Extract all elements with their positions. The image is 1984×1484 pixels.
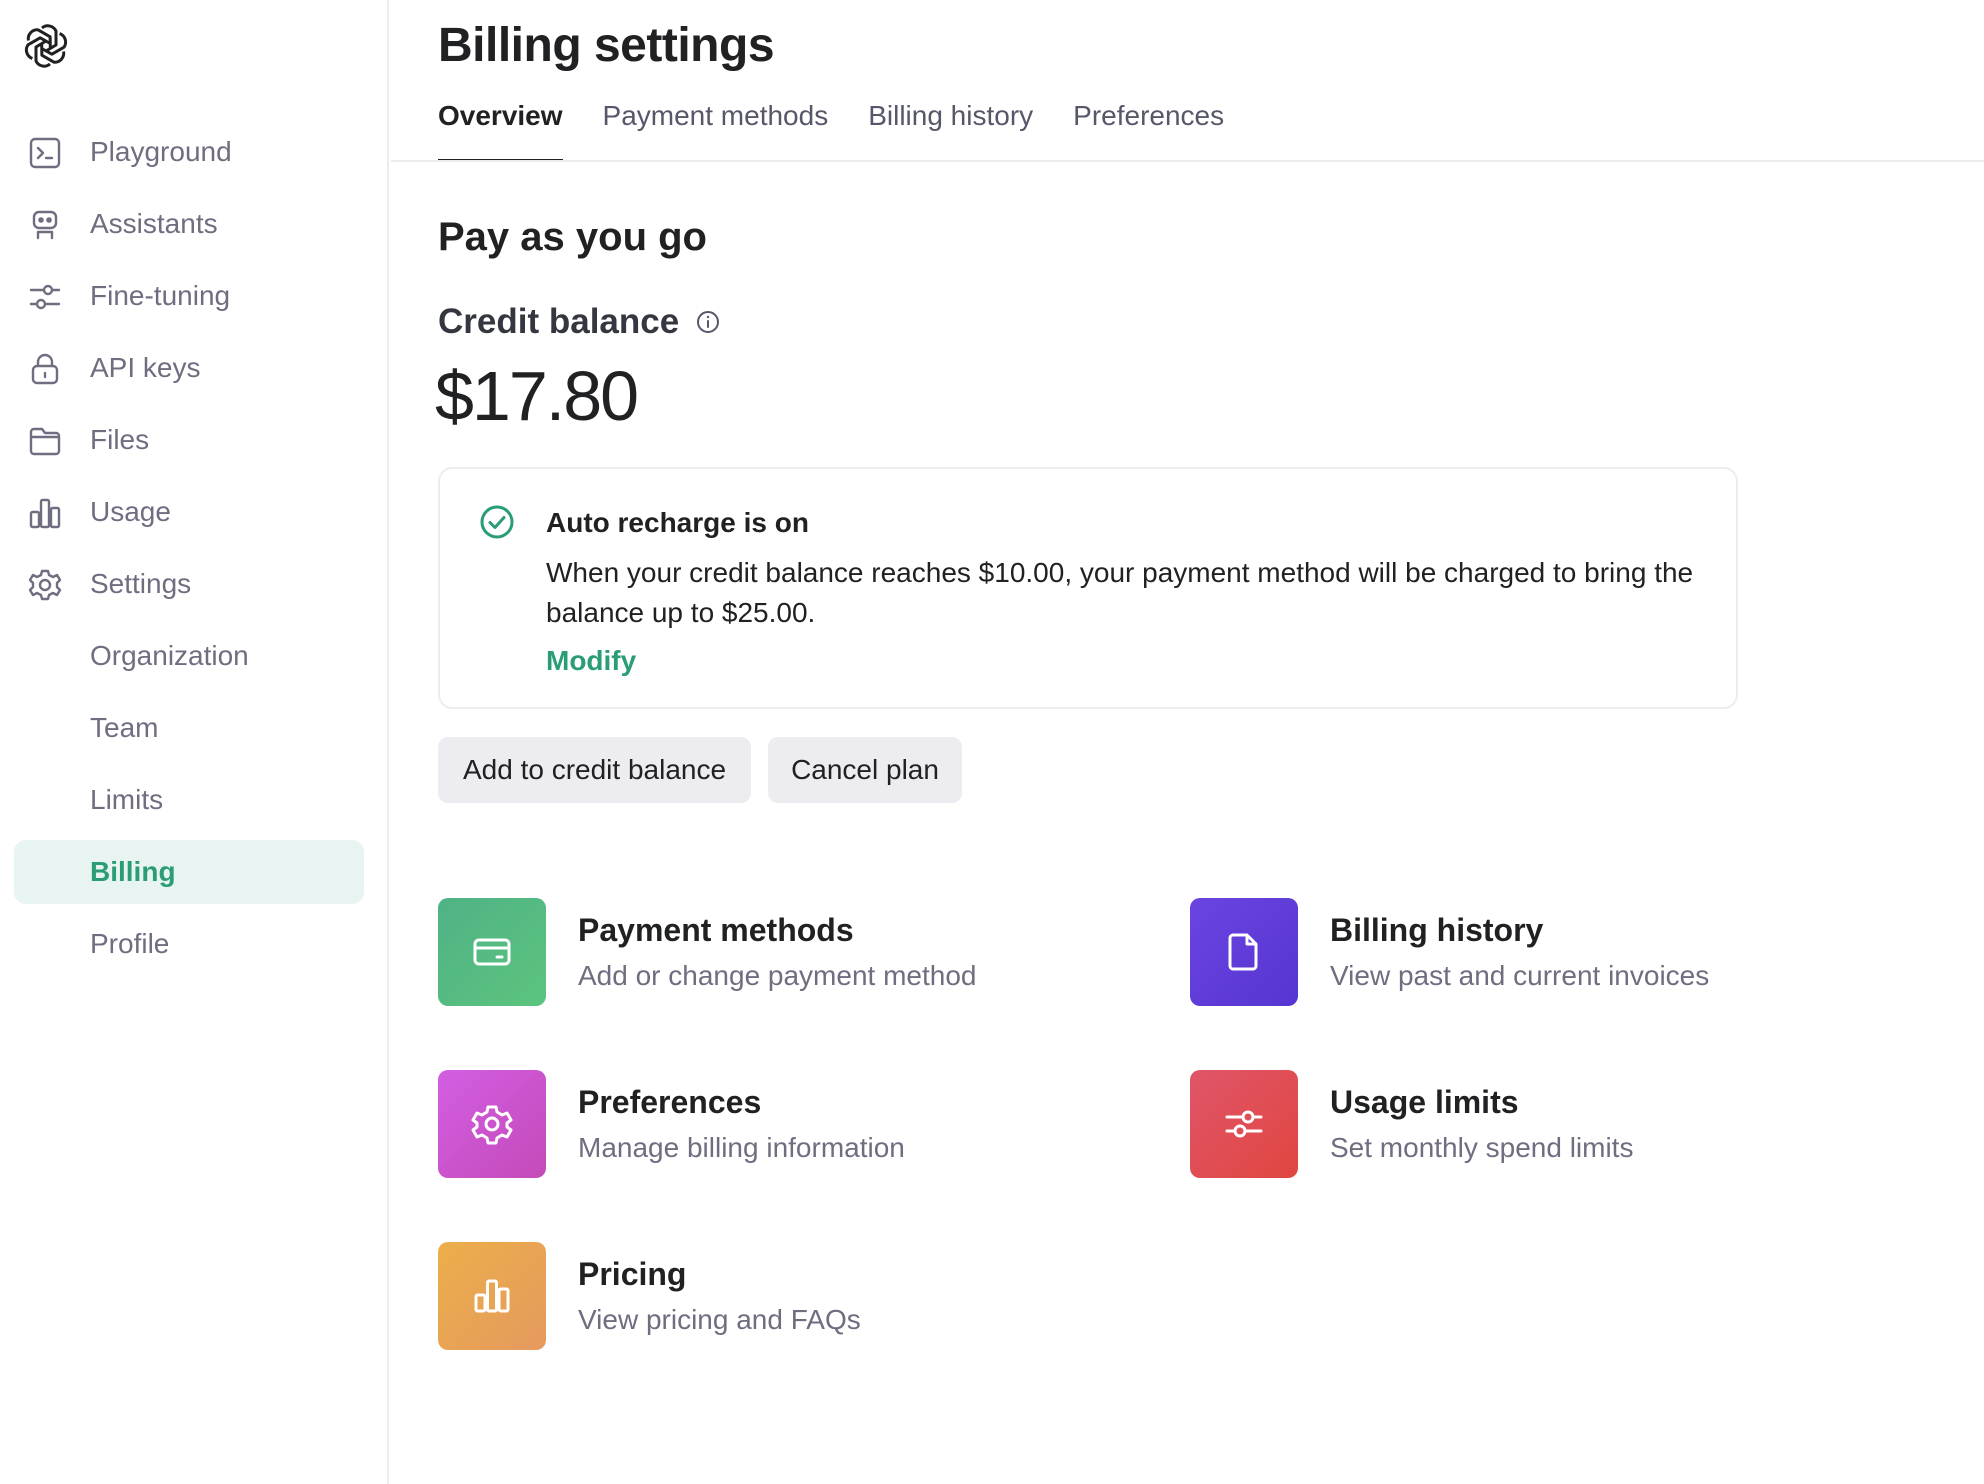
sliders-icon (1225, 1110, 1263, 1138)
sidebar-item-usage[interactable]: Usage (14, 480, 364, 544)
sidebar-item-limits[interactable]: Limits (14, 768, 364, 832)
sidebar-nav: Playground Assistants Fine-tuning API ke… (14, 120, 364, 984)
tab-preferences[interactable]: Preferences (1073, 92, 1224, 162)
usage-limits-tile (1190, 1070, 1298, 1178)
sidebar-item-fine-tuning[interactable]: Fine-tuning (14, 264, 364, 328)
card-title: Preferences (578, 1084, 762, 1120)
card-title: Payment methods (578, 912, 854, 948)
sliders-icon (29, 284, 61, 310)
sidebar-item-organization[interactable]: Organization (14, 624, 364, 688)
sidebar-item-label: Playground (90, 136, 232, 167)
tabs-divider (391, 160, 1984, 162)
sidebar-item-files[interactable]: Files (14, 408, 364, 472)
main-content: Billing settings Overview Payment method… (391, 0, 1984, 1484)
card-preferences[interactable]: Preferences Manage billing information (438, 1070, 1118, 1180)
auto-recharge-description: When your credit balance reaches $10.00,… (546, 557, 1694, 628)
sidebar-item-assistants[interactable]: Assistants (14, 192, 364, 256)
card-description: Set monthly spend limits (1330, 1132, 1634, 1163)
modify-link[interactable]: Modify (546, 645, 636, 677)
auto-recharge-title: Auto recharge is on (546, 507, 809, 538)
credit-card-icon (473, 938, 511, 966)
terminal-icon (29, 137, 61, 169)
card-title: Pricing (578, 1256, 687, 1292)
sidebar-item-label: Limits (90, 784, 164, 815)
sidebar-item-label: Files (90, 424, 150, 455)
card-description: Add or change payment method (578, 960, 977, 991)
sidebar-item-label: Settings (90, 568, 192, 599)
sidebar-item-label: Fine-tuning (90, 280, 231, 311)
sidebar-item-label: Organization (90, 640, 249, 671)
sidebar-item-label: Profile (90, 928, 170, 959)
sidebar: Playground Assistants Fine-tuning API ke… (0, 0, 389, 1484)
card-title: Usage limits (1330, 1084, 1519, 1120)
gear-icon (471, 1105, 513, 1145)
pricing-tile (438, 1242, 546, 1350)
cancel-plan-button[interactable]: Cancel plan (768, 737, 962, 803)
lock-icon (31, 353, 59, 385)
card-description: View pricing and FAQs (578, 1304, 861, 1335)
openai-logo-icon[interactable] (20, 20, 72, 72)
auto-recharge-panel: Auto recharge is on When your credit bal… (438, 467, 1738, 709)
card-usage-limits[interactable]: Usage limits Set monthly spend limits (1190, 1070, 1870, 1180)
card-billing-history[interactable]: Billing history View past and current in… (1190, 898, 1870, 1008)
sidebar-item-profile[interactable]: Profile (14, 912, 364, 976)
payment-methods-tile (438, 898, 546, 1006)
document-icon (1228, 933, 1258, 971)
billing-history-tile (1190, 898, 1298, 1006)
credit-balance-label-text: Credit balance (438, 302, 680, 341)
sidebar-item-label: Team (90, 712, 159, 743)
sidebar-item-team[interactable]: Team (14, 696, 364, 760)
card-description: Manage billing information (578, 1132, 905, 1163)
page-title: Billing settings (438, 19, 775, 72)
sidebar-item-label: Billing (90, 856, 176, 887)
folder-icon (29, 427, 61, 456)
card-payment-methods[interactable]: Payment methods Add or change payment me… (438, 898, 1118, 1008)
tab-overview[interactable]: Overview (438, 92, 563, 162)
card-pricing[interactable]: Pricing View pricing and FAQs (438, 1242, 1118, 1352)
sidebar-item-settings[interactable]: Settings (14, 552, 364, 616)
check-circle-icon (480, 505, 514, 539)
sidebar-item-playground[interactable]: Playground (14, 120, 364, 184)
robot-icon (32, 210, 58, 240)
add-to-credit-balance-button[interactable]: Add to credit balance (438, 737, 751, 803)
info-icon[interactable] (695, 309, 721, 335)
preferences-tile (438, 1070, 546, 1178)
card-title: Billing history (1330, 912, 1544, 948)
sidebar-item-api-keys[interactable]: API keys (14, 336, 364, 400)
tab-payment-methods[interactable]: Payment methods (603, 92, 829, 162)
billing-tabs: Overview Payment methods Billing history… (438, 92, 1264, 162)
bar-chart-icon (474, 1279, 510, 1313)
plan-title: Pay as you go (438, 215, 707, 259)
sidebar-item-billing[interactable]: Billing (14, 840, 364, 904)
credit-balance-amount: $17.80 (435, 357, 639, 435)
bar-chart-icon (29, 498, 61, 529)
card-description: View past and current invoices (1330, 960, 1710, 991)
sidebar-item-label: Usage (90, 496, 171, 527)
gear-icon (28, 569, 62, 601)
credit-balance-label: Credit balance (438, 302, 721, 342)
tab-billing-history[interactable]: Billing history (868, 92, 1033, 162)
sidebar-item-label: Assistants (90, 208, 218, 239)
sidebar-item-label: API keys (90, 352, 201, 383)
